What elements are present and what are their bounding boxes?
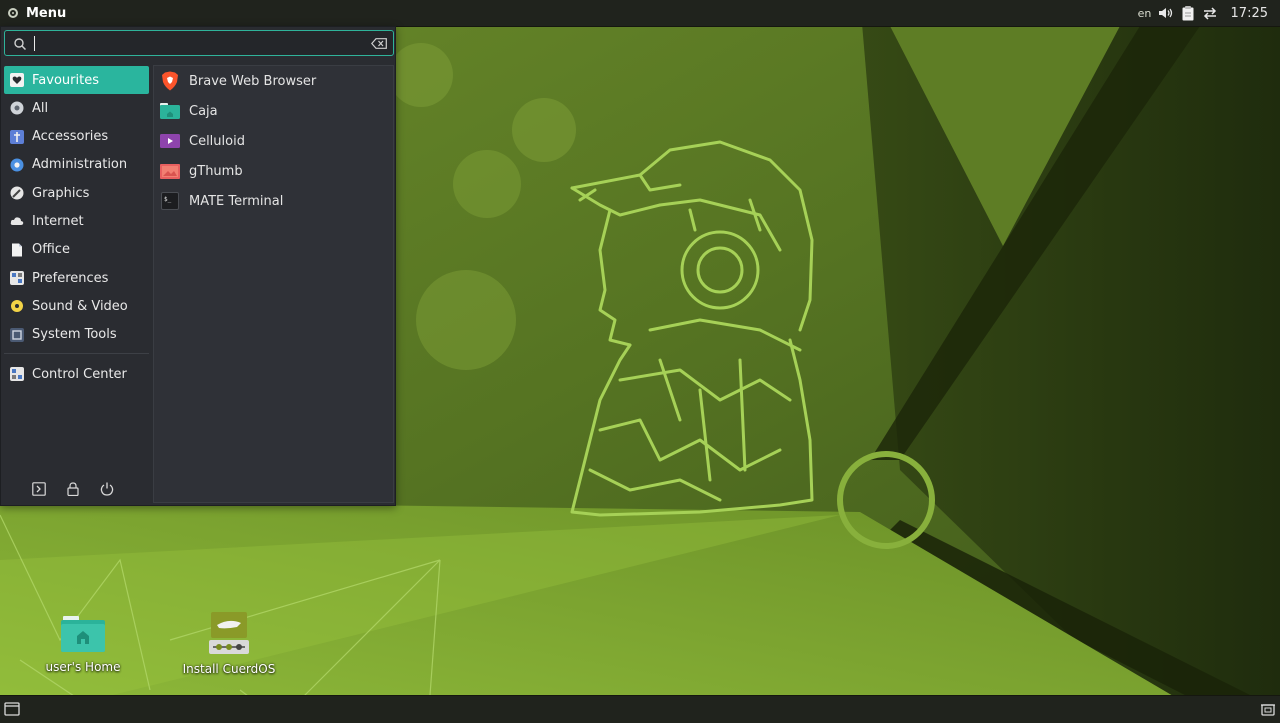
logout-icon[interactable]	[31, 481, 47, 497]
system-tools-icon	[10, 327, 24, 342]
app-item-brave[interactable]: Brave Web Browser	[154, 66, 393, 96]
power-icon[interactable]	[99, 481, 115, 497]
app-item-caja[interactable]: Caja	[154, 96, 393, 126]
keyboard-layout-indicator[interactable]: en	[1135, 0, 1155, 26]
category-label: Preferences	[32, 270, 109, 286]
category-graphics[interactable]: Graphics	[4, 179, 149, 207]
category-all[interactable]: All	[4, 94, 149, 122]
search-box[interactable]	[4, 30, 394, 56]
control-center-item[interactable]: Control Center	[4, 360, 149, 388]
clear-search-icon[interactable]	[371, 38, 387, 49]
desktop-icon-installer-label: Install CuerdOS	[182, 662, 276, 676]
gthumb-icon	[160, 161, 180, 181]
category-separator	[4, 353, 149, 354]
category-system-tools[interactable]: System Tools	[4, 321, 149, 349]
desktop-icon-installer[interactable]: Install CuerdOS	[174, 610, 284, 676]
network-icon[interactable]	[1199, 0, 1221, 26]
category-label: Internet	[32, 213, 84, 229]
app-item-gthumb[interactable]: gThumb	[154, 156, 393, 186]
control-center-list: Control Center	[4, 360, 149, 388]
control-center-label: Control Center	[32, 366, 127, 382]
app-label: gThumb	[189, 163, 243, 179]
brave-icon	[160, 71, 180, 91]
desktop-icon-home-label: user's Home	[45, 660, 121, 674]
bottom-panel	[0, 695, 1280, 723]
svg-text:$_: $_	[164, 196, 172, 203]
menu-button[interactable]: Menu	[0, 0, 74, 26]
control-center-icon	[10, 367, 24, 381]
category-label: Accessories	[32, 129, 109, 145]
show-desktop-icon[interactable]	[4, 702, 20, 716]
category-favourites[interactable]: Favourites	[4, 66, 149, 94]
app-label: Brave Web Browser	[189, 73, 317, 89]
top-panel: Menu en 17:25	[0, 0, 1280, 27]
celluloid-icon	[160, 131, 180, 151]
applications-list: Brave Web Browser Caja Celluloid gThumb …	[153, 65, 394, 503]
category-administration[interactable]: Administration	[4, 151, 149, 179]
category-sound-video[interactable]: Sound & Video	[4, 292, 149, 320]
category-label: Favourites	[32, 72, 99, 88]
category-label: System Tools	[32, 327, 117, 343]
category-accessories[interactable]: Accessories	[4, 123, 149, 151]
preferences-icon	[10, 271, 24, 286]
session-buttons	[31, 481, 133, 497]
home-folder-icon	[61, 616, 105, 652]
all-apps-icon	[10, 101, 24, 115]
app-item-celluloid[interactable]: Celluloid	[154, 126, 393, 156]
trash-icon[interactable]	[1260, 702, 1276, 716]
app-label: Celluloid	[189, 133, 245, 149]
category-internet[interactable]: Internet	[4, 207, 149, 235]
category-preferences[interactable]: Preferences	[4, 264, 149, 292]
office-icon	[10, 243, 24, 257]
sound-video-icon	[10, 299, 24, 313]
clock[interactable]: 17:25	[1221, 0, 1280, 26]
installer-icon	[209, 612, 249, 654]
internet-icon	[10, 214, 24, 228]
app-label: Caja	[189, 103, 218, 119]
menu-logo-icon	[8, 8, 18, 18]
category-label: Administration	[32, 157, 128, 173]
graphics-icon	[10, 186, 24, 200]
category-label: Office	[32, 242, 70, 258]
category-label: All	[32, 100, 49, 116]
heart-icon	[10, 73, 24, 87]
search-input[interactable]	[31, 34, 361, 52]
terminal-icon: $_	[160, 191, 180, 211]
desktop-icon-home[interactable]: user's Home	[28, 614, 138, 674]
lock-icon[interactable]	[65, 481, 81, 497]
system-tray: en 17:25	[1135, 0, 1280, 26]
category-label: Sound & Video	[32, 298, 128, 314]
category-list: Favourites All Accessories Administratio…	[4, 66, 149, 349]
category-office[interactable]: Office	[4, 236, 149, 264]
caja-folder-icon	[160, 101, 180, 121]
text-cursor	[34, 36, 35, 51]
volume-icon[interactable]	[1155, 0, 1177, 26]
app-item-mate-terminal[interactable]: $_ MATE Terminal	[154, 186, 393, 216]
application-menu: Favourites All Accessories Administratio…	[0, 26, 396, 506]
app-label: MATE Terminal	[189, 193, 284, 209]
menu-button-label: Menu	[26, 5, 67, 21]
accessories-icon	[10, 129, 24, 144]
administration-icon	[10, 158, 24, 172]
clipboard-icon[interactable]	[1177, 0, 1199, 26]
search-icon	[14, 38, 26, 50]
category-label: Graphics	[32, 185, 90, 201]
